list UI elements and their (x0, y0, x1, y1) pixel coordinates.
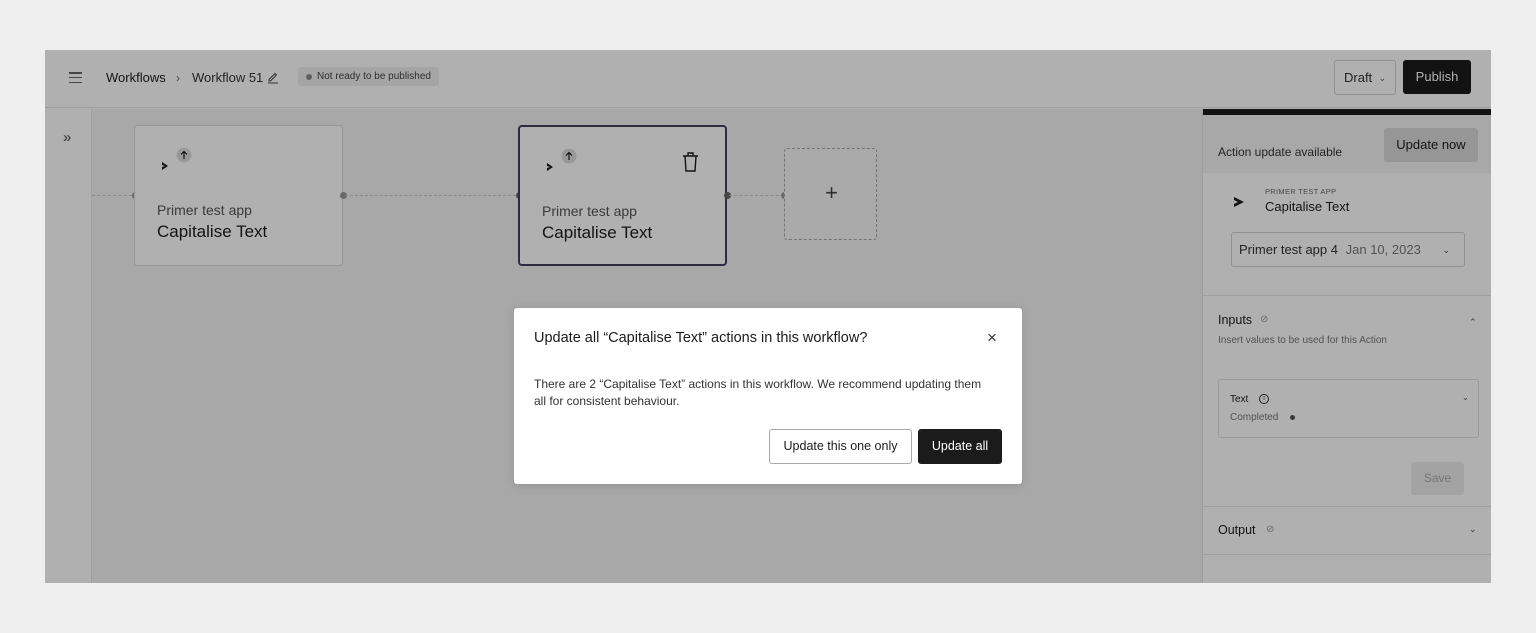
update-all-dialog: Update all “Capitalise Text” actions in … (514, 308, 1022, 484)
update-this-one-only-button[interactable]: Update this one only (769, 429, 912, 464)
dialog-title: Update all “Capitalise Text” actions in … (534, 330, 868, 346)
update-all-button[interactable]: Update all (918, 429, 1002, 464)
dialog-message: There are 2 “Capitalise Text” actions in… (534, 377, 982, 408)
close-icon[interactable]: × (984, 328, 1000, 348)
